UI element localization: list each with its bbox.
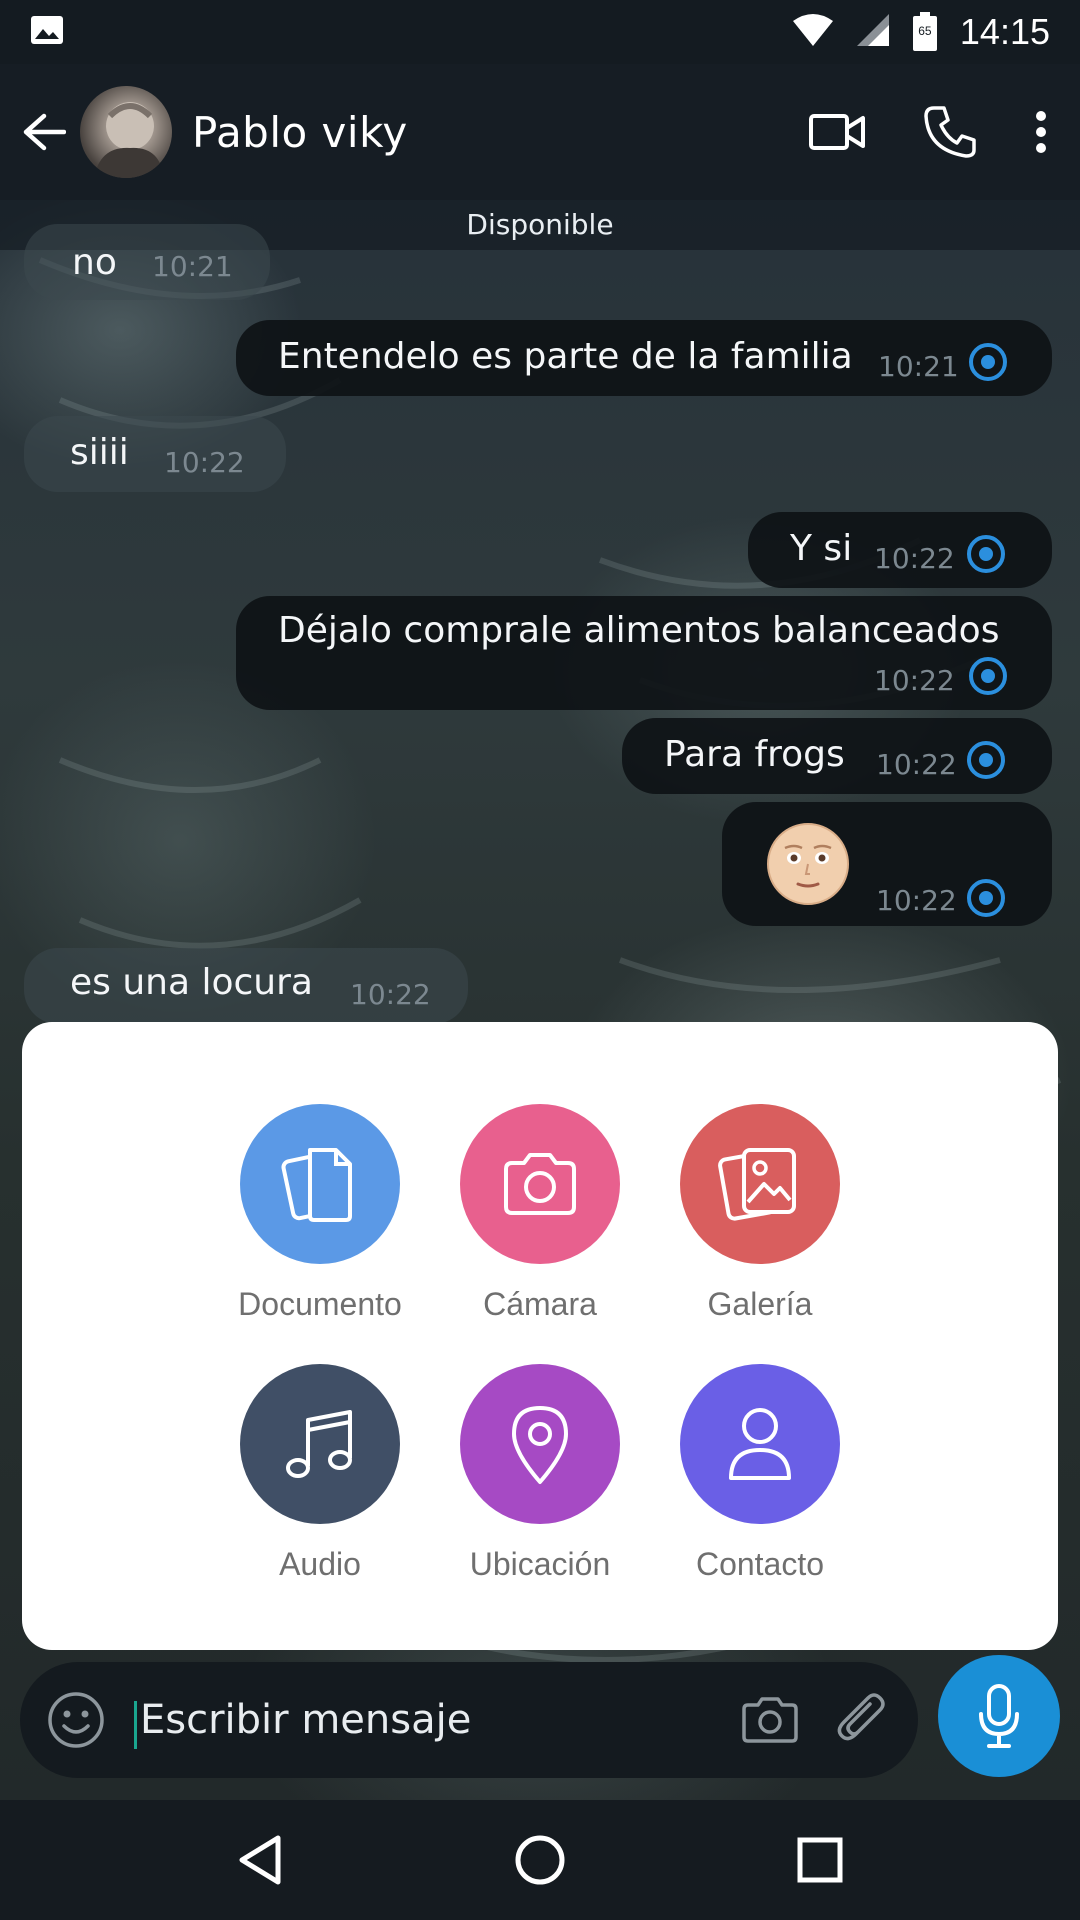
status-bar: 65 14:15 <box>0 0 1080 64</box>
message-time: 10:22 <box>876 884 957 917</box>
attach-document-circle[interactable] <box>240 1104 400 1264</box>
message-bubble-incoming[interactable]: siiii 10:22 <box>24 416 286 492</box>
attach-audio-button[interactable]: Audio <box>200 1364 440 1583</box>
attach-button[interactable] <box>830 1688 894 1752</box>
message-composer: Escribir mensaje <box>20 1662 918 1778</box>
read-status-icon <box>967 879 1005 917</box>
attach-contact-button[interactable]: Contacto <box>640 1364 880 1583</box>
read-status-icon <box>967 535 1005 573</box>
attach-location-circle[interactable] <box>460 1364 620 1524</box>
attachment-panel: Documento Cámara Galería Audio Ubicación… <box>22 1022 1058 1650</box>
system-navigation-bar <box>0 1800 1080 1920</box>
message-bubble-outgoing[interactable]: Déjalo comprale alimentos balanceados 10… <box>236 596 1052 710</box>
emoji-icon <box>48 1692 104 1748</box>
contact-icon <box>729 1408 791 1480</box>
music-note-icon <box>286 1410 352 1478</box>
message-text: Y si <box>790 528 853 569</box>
camera-icon <box>504 1153 576 1215</box>
circle-home-icon <box>515 1835 565 1885</box>
image-icon <box>30 15 64 49</box>
battery-level: 65 <box>918 24 932 38</box>
wifi-icon <box>792 13 834 51</box>
message-input[interactable]: Escribir mensaje <box>134 1697 710 1749</box>
message-text: no <box>72 242 117 283</box>
contact-name[interactable]: Pablo viky <box>192 108 808 157</box>
message-bubble-outgoing[interactable]: Entendelo es parte de la familia 10:21 <box>236 320 1052 396</box>
read-status-icon <box>969 343 1007 381</box>
read-status-icon <box>967 741 1005 779</box>
attach-document-label: Documento <box>238 1286 402 1322</box>
nav-home-button[interactable] <box>500 1820 580 1900</box>
message-text: siiii <box>70 432 129 473</box>
message-time: 10:21 <box>152 250 233 283</box>
voice-call-button[interactable] <box>922 104 978 160</box>
message-time: 10:22 <box>874 542 955 575</box>
attach-camera-label: Cámara <box>483 1286 597 1322</box>
message-bubble-incoming[interactable]: es una locura 10:22 <box>24 948 468 1024</box>
attach-location-label: Ubicación <box>469 1546 611 1582</box>
phone-icon <box>924 106 976 158</box>
paperclip-icon <box>837 1693 885 1741</box>
video-call-button[interactable] <box>808 112 866 152</box>
voice-record-button[interactable] <box>938 1655 1060 1777</box>
message-time: 10:22 <box>874 664 955 697</box>
message-text: Déjalo comprale alimentos balanceados <box>278 610 1000 651</box>
message-bubble-outgoing[interactable]: 10:22 <box>722 802 1052 926</box>
message-time: 10:22 <box>164 446 245 479</box>
message-bubble-outgoing[interactable]: Para frogs 10:22 <box>622 718 1052 794</box>
message-text: Para frogs <box>664 734 845 775</box>
attach-location-button[interactable]: Ubicación <box>420 1364 660 1583</box>
nav-recents-button[interactable] <box>780 1820 860 1900</box>
face-emoji-icon <box>767 823 849 905</box>
camera-button[interactable] <box>738 1688 802 1752</box>
document-icon <box>281 1148 352 1222</box>
video-call-icon <box>809 114 865 150</box>
clock: 14:15 <box>959 11 1050 52</box>
microphone-icon <box>979 1684 1019 1748</box>
more-options-button[interactable] <box>1034 110 1048 154</box>
attach-camera-circle[interactable] <box>460 1104 620 1264</box>
attach-gallery-circle[interactable] <box>680 1104 840 1264</box>
back-button[interactable] <box>16 104 72 160</box>
signal-icon <box>856 13 890 51</box>
emoji-button[interactable] <box>44 1688 108 1752</box>
attach-contact-circle[interactable] <box>680 1364 840 1524</box>
message-bubble-outgoing[interactable]: Y si 10:22 <box>748 512 1052 588</box>
message-time: 10:22 <box>350 978 431 1011</box>
attach-gallery-button[interactable]: Galería <box>640 1104 880 1323</box>
attach-document-button[interactable]: Documento <box>200 1104 440 1323</box>
message-time: 10:22 <box>876 748 957 781</box>
triangle-back-icon <box>239 1835 281 1885</box>
attach-gallery-label: Galería <box>707 1286 813 1322</box>
message-bubble-incoming[interactable]: no 10:21 <box>24 224 270 300</box>
camera-icon <box>742 1697 798 1743</box>
attach-contact-label: Contacto <box>695 1546 825 1582</box>
gallery-icon <box>718 1148 796 1221</box>
avatar[interactable] <box>80 86 172 178</box>
attach-audio-circle[interactable] <box>240 1364 400 1524</box>
attach-camera-button[interactable]: Cámara <box>420 1104 660 1323</box>
battery-icon: 65 <box>912 12 938 52</box>
location-pin-icon <box>512 1406 568 1484</box>
message-time: 10:21 <box>878 350 959 383</box>
arrow-back-icon <box>23 113 66 151</box>
more-vert-icon <box>1036 111 1046 153</box>
message-text: es una locura <box>70 962 313 1003</box>
nav-back-button[interactable] <box>220 1820 300 1900</box>
message-text: Entendelo es parte de la familia <box>278 336 853 377</box>
chat-header: Pablo viky <box>0 64 1080 200</box>
attach-audio-label: Audio <box>279 1546 361 1582</box>
square-recents-icon <box>797 1837 843 1883</box>
read-status-icon <box>969 657 1007 695</box>
